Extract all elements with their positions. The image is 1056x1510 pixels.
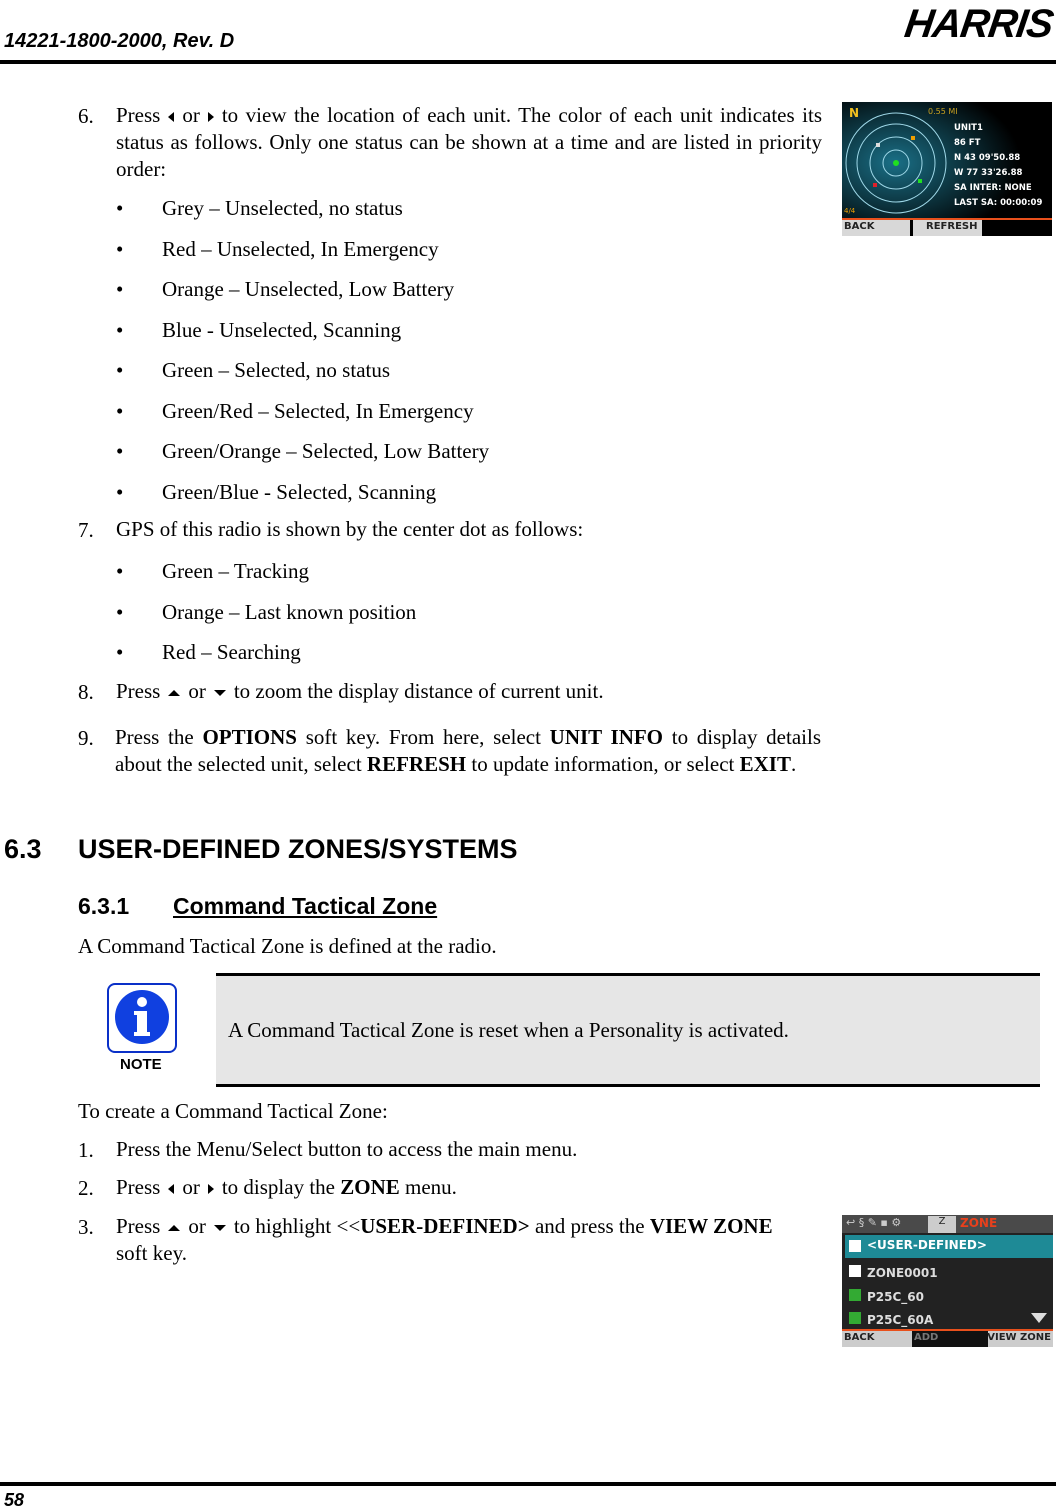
bullet-text: Red – Unselected, In Emergency — [162, 236, 439, 261]
zone-item-highlighted[interactable]: <USER-DEFINED> — [845, 1235, 1053, 1258]
softkey-bar: BACK ADD VIEW ZONE — [842, 1329, 1053, 1347]
subsection-number: 6.3.1 — [78, 893, 130, 919]
bullet-text: Green – Selected, no status — [162, 358, 391, 382]
step-6-text: Press or to view the location of each unit… — [116, 103, 822, 181]
down-arrow-icon — [213, 690, 226, 697]
bullet-icon: • — [116, 358, 124, 382]
intro-text: A Command Tactical Zone is defined at th… — [78, 934, 497, 958]
unit-info: UNIT1 86 FT N 43 09'50.88 W 77 33'26.88 SA I… — [954, 123, 1043, 208]
bullet-text: Green/Orange – Selected, Low Battery — [162, 439, 490, 463]
step-number: 8. — [78, 680, 94, 704]
own-gps-dot — [893, 160, 899, 166]
note-text: A Command Tactical Zone is reset when a … — [228, 1018, 789, 1042]
unit-dot-grey — [876, 143, 880, 147]
note-box: A Command Tactical Zone is reset when a … — [216, 973, 1040, 1087]
right-arrow-icon — [207, 112, 214, 123]
bullet-text: Grey – Unselected, no status — [162, 196, 403, 220]
radio-screen-zone: ↩ § ✎ ▪ ⚙ Z ZONE <USER-DEFINED> ZONE0001… — [842, 1215, 1053, 1347]
document-page: 14221-1800-2000, Rev. D HARRIS 6. Press o… — [0, 0, 1056, 1510]
bullet-icon: • — [116, 398, 124, 423]
step-2-text: Press or to display the ZONE menu. — [116, 1175, 457, 1199]
unit-dot-orange — [911, 136, 915, 140]
section-number: 6.3 — [4, 834, 42, 864]
harris-logo: HARRIS — [901, 2, 1056, 46]
right-arrow-icon — [207, 1184, 214, 1195]
bullet-text: Red – Searching — [162, 640, 301, 664]
scroll-down-icon[interactable] — [1031, 1313, 1047, 1323]
left-arrow-icon — [168, 1184, 175, 1195]
step-number: 7. — [78, 518, 94, 542]
map-page: 4/4 — [844, 207, 856, 215]
step-1-text: Press the Menu/Select button to access t… — [116, 1137, 578, 1161]
step-number: 2. — [78, 1176, 94, 1200]
softkey-add[interactable]: ADD — [914, 1332, 938, 1343]
bullet-text: Orange – Unselected, Low Battery — [162, 277, 455, 301]
softkey-back[interactable]: BACK — [844, 221, 874, 232]
bullet-text: Blue - Unselected, Scanning — [162, 317, 402, 342]
map-distance: 0.55 MI — [928, 107, 958, 116]
up-arrow-icon — [168, 690, 181, 697]
down-arrow-icon — [213, 1225, 226, 1232]
bullet-icon: • — [116, 196, 124, 220]
unit-dot-green — [918, 179, 922, 183]
bullet-text: Green/Blue - Selected, Scanning — [162, 479, 437, 504]
north-icon: N — [849, 106, 860, 120]
step-number: 6. — [78, 104, 94, 128]
step-number: 1. — [78, 1138, 94, 1162]
note-label: NOTE — [120, 1056, 162, 1073]
bullet-icon: • — [116, 317, 124, 342]
up-arrow-icon — [168, 1225, 181, 1232]
note-icon — [107, 983, 177, 1053]
bullet-icon: • — [116, 640, 124, 664]
bullet-icon: • — [116, 479, 124, 504]
zone-item[interactable]: P25C_60 — [849, 1286, 938, 1310]
softkey-refresh[interactable]: REFRESH — [926, 221, 977, 232]
bullet-icon: • — [116, 599, 124, 624]
step-9-text: Press the OPTIONS soft key. From here, s… — [115, 725, 821, 776]
bullet-text: Orange – Last known position — [162, 599, 417, 624]
softkey-view-zone[interactable]: VIEW ZONE — [987, 1332, 1051, 1343]
zone-list: ZONE0001 P25C_60 P25C_60A — [849, 1262, 938, 1333]
step-number: 3. — [78, 1215, 94, 1239]
unit-dot-red — [873, 183, 877, 187]
footer-rule — [0, 1482, 1056, 1486]
zone-tab-label: ZONE — [960, 1216, 998, 1230]
left-arrow-icon — [168, 112, 175, 123]
bullet-icon: • — [116, 277, 124, 301]
section-title: USER-DEFINED ZONES/SYSTEMS — [78, 834, 518, 864]
page-number: 58 — [4, 1490, 25, 1510]
step-3-text: Press or to highlight <<USER-DEFINED> and … — [116, 1214, 773, 1265]
doc-number: 14221-1800-2000, Rev. D — [4, 30, 235, 52]
menu-icons: ↩ § ✎ ▪ ⚙ — [846, 1216, 902, 1229]
bullet-icon: • — [116, 439, 124, 463]
zone-tab-icon: Z — [928, 1216, 956, 1233]
bullet-text: Green – Tracking — [162, 559, 309, 583]
bullet-icon: • — [116, 236, 124, 261]
create-intro: To create a Command Tactical Zone: — [78, 1099, 388, 1123]
radio-screen-map: N 0.55 MI 4/4 UNIT1 86 FT N 43 09'50.88 W 7… — [842, 102, 1052, 236]
step-8-text: Press or to zoom the display distance of c… — [116, 679, 604, 703]
step-number: 9. — [78, 726, 94, 750]
step-7-text: GPS of this radio is shown by the center… — [116, 517, 584, 541]
header-rule — [0, 60, 1056, 64]
bullet-text: Green/Red – Selected, In Emergency — [162, 398, 474, 423]
subsection-title: Command Tactical Zone — [173, 893, 438, 919]
softkey-back[interactable]: BACK — [844, 1332, 874, 1343]
bullet-icon: • — [116, 559, 124, 583]
zone-item[interactable]: ZONE0001 — [849, 1262, 938, 1286]
